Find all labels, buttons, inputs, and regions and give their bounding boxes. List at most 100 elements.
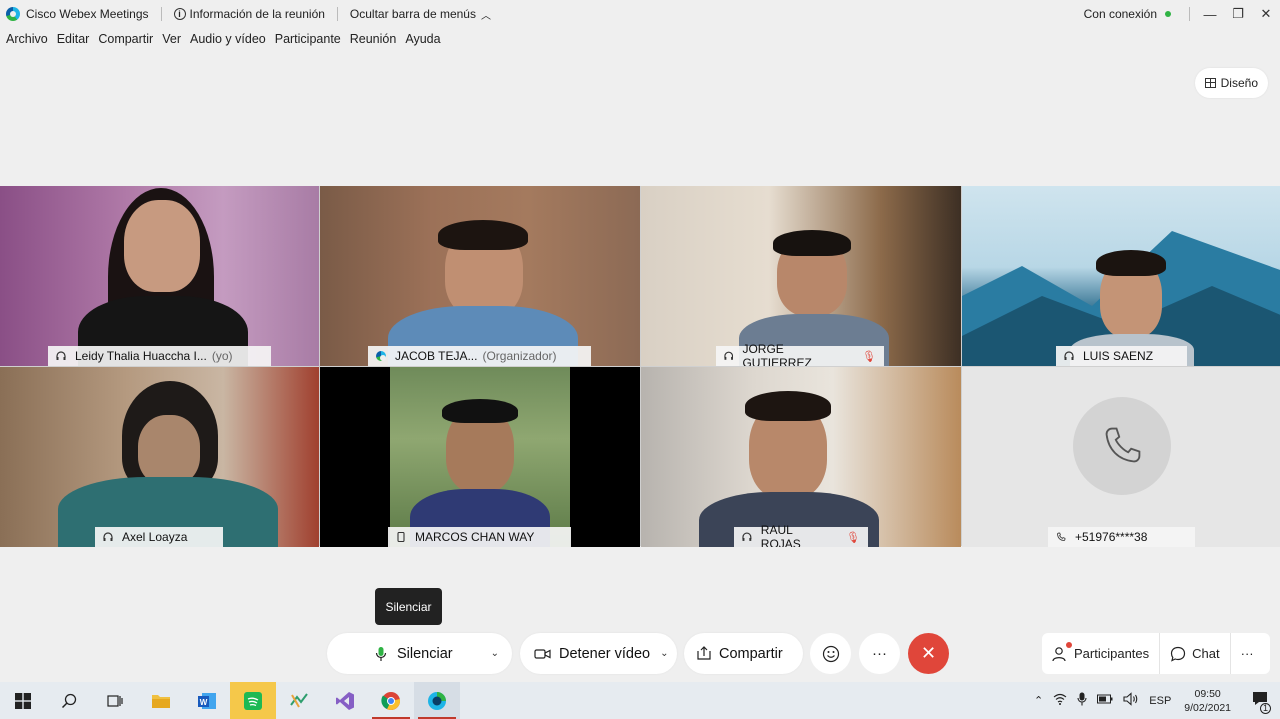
meeting-info-button[interactable]: Información de la reunión <box>190 7 325 21</box>
language-indicator[interactable]: ESP <box>1149 695 1171 707</box>
menu-audio-video[interactable]: Audio y vídeo <box>190 32 266 52</box>
headphones-icon <box>724 351 734 360</box>
svg-text:W: W <box>200 698 208 707</box>
connection-label: Con conexión <box>1083 7 1157 21</box>
participant-video <box>124 200 200 292</box>
leave-meeting-button[interactable]: ✕ <box>908 633 949 674</box>
microphone-icon <box>375 646 387 661</box>
project-icon <box>290 692 308 708</box>
microphone-tray-icon[interactable] <box>1077 692 1087 709</box>
reactions-button[interactable] <box>810 633 851 674</box>
task-view-button[interactable] <box>92 682 138 719</box>
participant-video <box>1096 250 1166 276</box>
stop-video-button[interactable]: Detener vídeo ⌄ <box>520 633 677 674</box>
share-button[interactable]: Compartir <box>684 633 803 674</box>
phone-icon <box>1105 427 1141 463</box>
participant-name-bar: Axel Loayza <box>95 527 223 547</box>
more-dots-icon: ··· <box>1240 646 1254 661</box>
participant-video <box>438 220 528 250</box>
file-explorer-button[interactable] <box>138 682 184 719</box>
menu-participante[interactable]: Participante <box>275 32 341 52</box>
close-window-icon[interactable]: ✕ <box>1252 0 1280 28</box>
restore-icon[interactable]: ❐ <box>1224 0 1252 28</box>
menu-reunion[interactable]: Reunión <box>350 32 397 52</box>
minimize-icon[interactable]: — <box>1196 0 1224 28</box>
app-title: Cisco Webex Meetings <box>26 7 149 21</box>
info-icon: i <box>173 8 186 20</box>
stop-video-label: Detener vídeo <box>559 645 651 662</box>
video-tile[interactable]: +51976****38 <box>962 367 1280 547</box>
participants-icon <box>1052 646 1066 661</box>
video-tile[interactable]: LUIS SAENZ <box>962 186 1280 366</box>
share-icon <box>697 646 711 660</box>
wifi-icon[interactable] <box>1053 693 1067 708</box>
word-button[interactable]: W <box>184 682 230 719</box>
menu-bar: Archivo Editar Compartir Ver Audio y víd… <box>0 32 450 52</box>
chevron-down-icon[interactable]: ⌄ <box>491 648 499 659</box>
search-button[interactable] <box>46 682 92 719</box>
participant-role: (yo) <box>211 349 233 363</box>
participant-name-bar: MARCOS CHAN WAY <box>388 527 571 547</box>
notification-center-button[interactable]: 1 <box>1252 691 1271 714</box>
project-button[interactable] <box>276 682 322 719</box>
menu-compartir[interactable]: Compartir <box>98 32 153 52</box>
separator <box>1189 7 1190 21</box>
task-view-icon <box>107 694 123 707</box>
chevron-up-icon[interactable]: ⌃ <box>1034 694 1043 707</box>
menu-editar[interactable]: Editar <box>57 32 90 52</box>
phone-icon <box>1057 532 1066 541</box>
phone-avatar <box>1073 397 1171 495</box>
participant-name: MARCOS CHAN WAY <box>415 530 535 544</box>
system-tray: ⌃ ESP 09:50 9/02/2021 1 <box>1029 682 1280 719</box>
participants-button[interactable]: Participantes <box>1042 633 1161 674</box>
chrome-button[interactable] <box>368 682 414 719</box>
panel-buttons: Participantes Chat ··· <box>1042 633 1270 674</box>
video-tile[interactable]: JORGE GUTIERREZ 🎙 <box>641 186 961 366</box>
webex-taskbar-button[interactable] <box>414 682 460 719</box>
participant-name-bar: Leidy Thalia Huaccha I... (yo) <box>48 346 271 366</box>
mic-muted-icon: 🎙 <box>862 350 876 363</box>
video-tile[interactable]: Axel Loayza <box>0 367 319 547</box>
mute-label: Silenciar <box>397 645 453 662</box>
video-tile[interactable]: MARCOS CHAN WAY <box>320 367 640 547</box>
mute-tooltip: Silenciar <box>375 588 442 625</box>
windows-logo-icon <box>15 692 31 709</box>
video-tile[interactable]: JACOB TEJA... (Organizador) <box>320 186 640 366</box>
participant-name: +51976****38 <box>1075 530 1148 544</box>
participant-name: RAUL ROJAS <box>760 523 801 547</box>
chevron-up-icon[interactable]: ︿ <box>481 7 491 22</box>
chat-button[interactable]: Chat <box>1160 633 1231 674</box>
video-tile[interactable]: RAUL ROJAS 🎙 <box>641 367 961 547</box>
chat-label: Chat <box>1192 646 1220 661</box>
menu-ver[interactable]: Ver <box>162 32 181 52</box>
volume-icon[interactable] <box>1123 692 1139 709</box>
chat-icon <box>1171 646 1186 662</box>
separator <box>336 7 338 21</box>
menu-archivo[interactable]: Archivo <box>6 32 48 52</box>
participants-label: Participantes <box>1074 646 1150 661</box>
headphones-icon <box>103 532 113 541</box>
visual-studio-button[interactable] <box>322 682 368 719</box>
participant-name: JORGE GUTIERREZ <box>742 342 812 366</box>
grid-layout-icon <box>1204 78 1216 88</box>
video-tile[interactable]: Leidy Thalia Huaccha I... (yo) <box>0 186 319 366</box>
more-dots-icon: ··· <box>872 645 887 662</box>
mute-button[interactable]: Silenciar ⌄ <box>327 633 512 674</box>
start-button[interactable] <box>0 682 46 719</box>
participant-name-bar: LUIS SAENZ <box>1056 346 1187 366</box>
headphones-icon <box>56 351 66 360</box>
layout-button[interactable]: Diseño <box>1194 68 1268 98</box>
connection-status: Con conexión <box>1084 7 1171 21</box>
clock[interactable]: 09:50 9/02/2021 <box>1184 687 1231 715</box>
panel-more-button[interactable]: ··· <box>1231 633 1264 674</box>
search-icon <box>61 693 77 708</box>
spotify-button[interactable] <box>230 682 276 719</box>
more-options-button[interactable]: ··· <box>859 633 900 674</box>
chevron-down-icon[interactable]: ⌄ <box>660 648 668 659</box>
clock-time: 09:50 <box>1194 687 1221 700</box>
chrome-icon <box>381 691 401 710</box>
hide-menu-button[interactable]: Ocultar barra de menús <box>350 7 476 21</box>
battery-icon[interactable] <box>1097 694 1113 707</box>
menu-ayuda[interactable]: Ayuda <box>405 32 440 52</box>
layout-button-label: Diseño <box>1220 76 1258 90</box>
